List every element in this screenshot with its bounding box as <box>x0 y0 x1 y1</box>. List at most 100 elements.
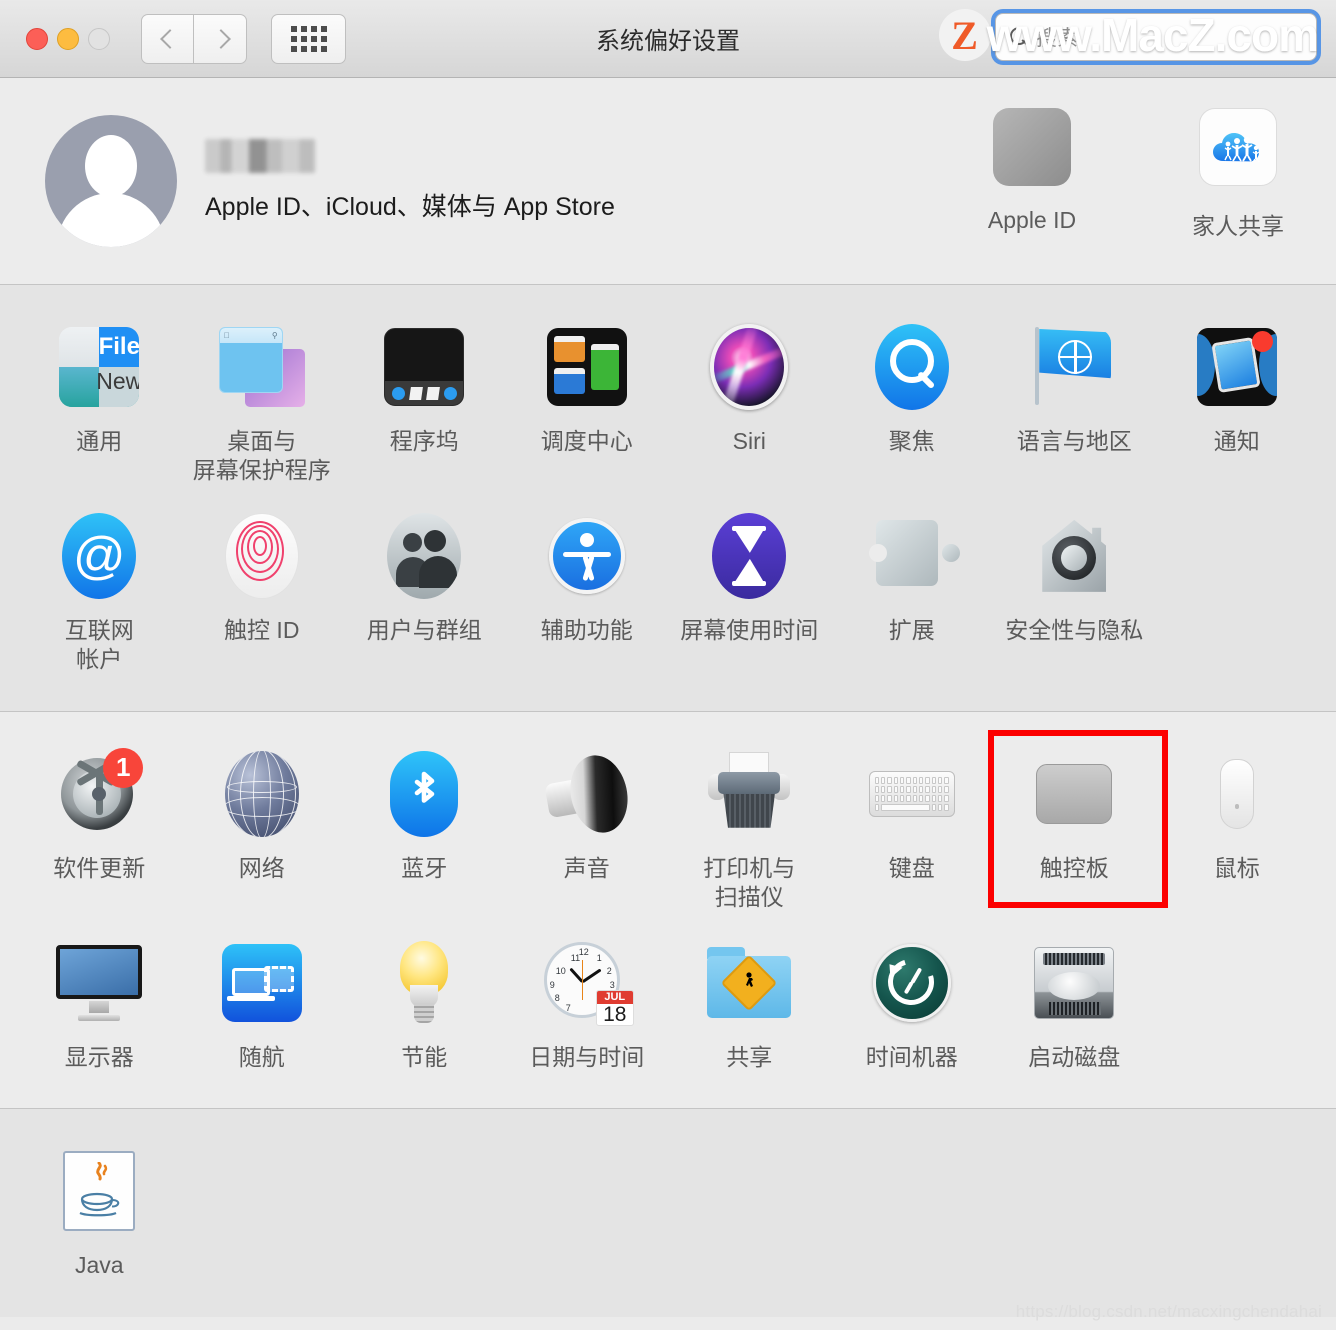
pref-trackpad[interactable]: 触控板 <box>993 738 1156 927</box>
pref-security-privacy[interactable]: 安全性与隐私 <box>993 500 1156 689</box>
pref-bluetooth[interactable]: 蓝牙 <box>343 738 506 927</box>
pref-label: Apple ID <box>987 207 1077 233</box>
pref-users-groups[interactable]: 用户与群组 <box>343 500 506 689</box>
search-input[interactable]: 搜索 <box>995 13 1317 61</box>
search-placeholder: 搜索 <box>1036 27 1078 50</box>
pref-label: Java <box>74 1252 124 1279</box>
calendar-month: JUL <box>596 990 633 1004</box>
avatar <box>45 115 177 247</box>
pref-extensions[interactable]: 扩展 <box>831 500 994 689</box>
apple-id-text: Apple ID、iCloud、媒体与 App Store <box>205 139 615 223</box>
software-update-icon: 1 <box>22 747 177 840</box>
pref-printers-scanners[interactable]: 打印机与 扫描仪 <box>668 738 831 927</box>
users-groups-icon <box>347 510 502 602</box>
system-preferences-window: 系统偏好设置 搜索 Z www.MacZ.com Apple ID、iCloud… <box>0 0 1336 1330</box>
pref-network[interactable]: 网络 <box>181 738 344 927</box>
spotlight-icon <box>835 321 990 413</box>
keyboard-icon <box>835 748 990 840</box>
grid-view-icon <box>290 25 327 52</box>
show-all-button[interactable] <box>271 13 346 64</box>
pref-keyboard[interactable]: 键盘 <box>831 738 994 927</box>
apple-id-section: Apple ID、iCloud、媒体与 App Store Apple ID 家… <box>0 78 1336 284</box>
pref-spotlight[interactable]: 聚焦 <box>831 311 994 500</box>
pref-label: 通知 <box>1213 428 1260 454</box>
pref-label: 共享 <box>726 1043 773 1070</box>
zoom-button[interactable] <box>88 27 110 50</box>
internet-accounts-icon: @ <box>22 510 177 602</box>
pref-label: 触控板 <box>1039 854 1109 881</box>
pref-energy-saver[interactable]: 节能 <box>343 927 506 1086</box>
close-button[interactable] <box>26 27 48 50</box>
desktop-screensaver-icon: ⚲ <box>185 321 340 413</box>
pref-label: 触控 ID <box>224 616 300 643</box>
pref-time-machine[interactable]: 时间机器 <box>831 927 994 1086</box>
pref-mission-control[interactable]: 调度中心 <box>506 311 669 500</box>
pref-java[interactable]: Java <box>18 1135 181 1294</box>
traffic-lights <box>26 27 110 50</box>
pref-sidecar[interactable]: 随航 <box>181 927 344 1086</box>
clock-num-9: 9 <box>549 979 555 990</box>
pref-family-sharing[interactable]: 家人共享 <box>1174 104 1302 241</box>
notifications-icon <box>1160 321 1315 413</box>
clock-num-3: 3 <box>609 979 615 990</box>
forward-button[interactable] <box>194 13 247 64</box>
back-button[interactable] <box>141 13 194 64</box>
pref-label: 聚焦 <box>888 428 935 454</box>
pref-label: 蓝牙 <box>401 854 448 881</box>
pref-label: 节能 <box>401 1043 448 1070</box>
displays-icon <box>22 937 177 1029</box>
sharing-icon <box>672 937 827 1029</box>
pref-apple-id[interactable]: Apple ID <box>968 104 1096 241</box>
navigation-buttons <box>141 13 247 64</box>
startup-disk-icon <box>997 937 1152 1029</box>
pref-label: Siri <box>732 428 766 454</box>
pref-label: 声音 <box>563 854 610 881</box>
bluetooth-icon <box>347 748 502 840</box>
pref-label: 时间机器 <box>865 1043 958 1070</box>
network-icon <box>185 748 340 840</box>
hardware-preferences-section: 1 软件更新 网络 蓝牙 声音 打印机与 扫描仪 键盘 触控板 鼠标 显示器 随… <box>0 711 1336 1109</box>
trackpad-icon <box>997 748 1152 840</box>
clock-num-2: 2 <box>606 965 612 976</box>
pref-mouse[interactable]: 鼠标 <box>1156 738 1319 927</box>
java-icon <box>22 1145 177 1237</box>
general-new-text: New <box>96 368 140 394</box>
pref-startup-disk[interactable]: 启动磁盘 <box>993 927 1156 1086</box>
back-arrow-icon <box>160 27 175 51</box>
pref-displays[interactable]: 显示器 <box>18 927 181 1086</box>
minimize-button[interactable] <box>57 27 79 50</box>
pref-label: 启动磁盘 <box>1028 1043 1121 1070</box>
pref-label: 互联网 帐户 <box>64 616 134 673</box>
pref-touch-id[interactable]: 触控 ID <box>181 500 344 689</box>
pref-siri[interactable]: Siri <box>668 311 831 500</box>
touch-id-icon <box>185 510 340 602</box>
search-icon <box>1010 26 1031 48</box>
pref-screen-time[interactable]: 屏幕使用时间 <box>668 500 831 689</box>
preference-grid: 1 软件更新 网络 蓝牙 声音 打印机与 扫描仪 键盘 触控板 鼠标 显示器 随… <box>0 712 1336 1108</box>
pref-general[interactable]: File New 通用 <box>18 311 181 500</box>
pref-date-time[interactable]: 12 1 2 3 11 10 9 8 7 JUL 18 日期与时间 <box>506 927 669 1086</box>
time-machine-icon <box>835 937 990 1029</box>
pref-label: 打印机与 扫描仪 <box>703 854 796 911</box>
pref-sound[interactable]: 声音 <box>506 738 669 927</box>
pref-dock[interactable]: 程序坞 <box>343 311 506 500</box>
pref-notifications[interactable]: 通知 <box>1156 311 1319 500</box>
dock-icon <box>347 321 502 413</box>
pref-accessibility[interactable]: 辅助功能 <box>506 500 669 689</box>
clock-num-8: 8 <box>554 992 560 1003</box>
pref-label: 软件更新 <box>53 854 146 881</box>
pref-sharing[interactable]: 共享 <box>668 927 831 1086</box>
pref-language-region[interactable]: 语言与地区 <box>993 311 1156 500</box>
pref-internet-accounts[interactable]: @ 互联网 帐户 <box>18 500 181 689</box>
sidecar-icon <box>185 937 340 1029</box>
calendar-day: 18 <box>603 1002 627 1026</box>
update-badge-count: 1 <box>103 747 144 788</box>
pref-software-update[interactable]: 1 软件更新 <box>18 738 181 927</box>
pref-label: 日期与时间 <box>529 1043 645 1070</box>
screen-time-icon <box>672 510 827 602</box>
language-region-icon <box>997 321 1152 413</box>
general-icon: File New <box>22 321 177 413</box>
sound-icon <box>510 748 665 840</box>
pref-desktop-screensaver[interactable]: ⚲ 桌面与 屏幕保护程序 <box>181 311 344 500</box>
pref-label: 键盘 <box>888 854 935 881</box>
